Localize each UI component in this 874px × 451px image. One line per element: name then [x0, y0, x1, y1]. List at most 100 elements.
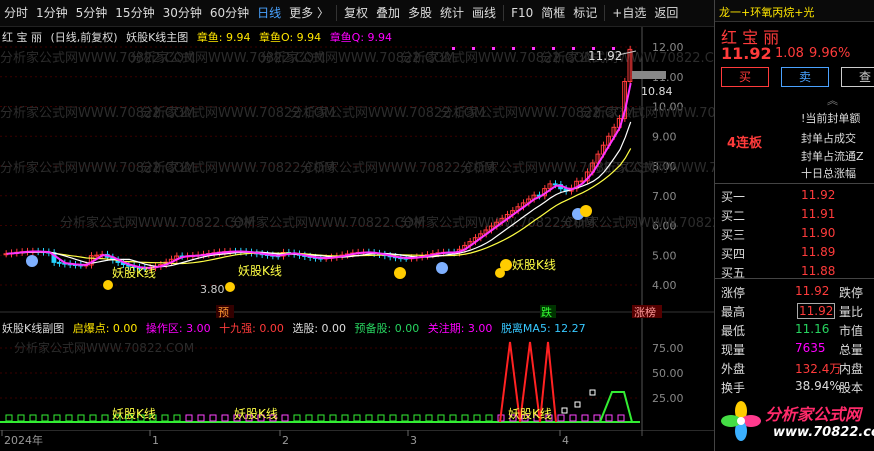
- stat-label-2: 股本: [839, 381, 864, 395]
- yao-kline-label: 妖股K线: [234, 407, 278, 421]
- main-kline-chart[interactable]: 红 宝 丽 (日线,前复权) 妖股K线主图 章鱼: 9.94 章鱼O: 9.94…: [0, 27, 714, 318]
- stat-value: 38.94%: [795, 379, 841, 393]
- quote-pct: 9.96%: [809, 46, 851, 61]
- toolbar-item[interactable]: 更多 〉: [285, 0, 333, 27]
- toolbar-item[interactable]: 统计: [436, 0, 468, 27]
- yao-kline-label: 妖股K线: [112, 407, 156, 421]
- signal-block: [305, 414, 313, 422]
- signal-block: [389, 414, 397, 422]
- order-row[interactable]: 买二 11.91: [715, 205, 874, 225]
- stat-row: 外盘 132.4万 内盘: [715, 358, 874, 378]
- stat-row: 最高 11.92 量比: [715, 301, 874, 321]
- toolbar-item[interactable]: 15分钟: [111, 0, 158, 27]
- price-axis-label: 4.00: [652, 279, 677, 292]
- toolbar-item[interactable]: 叠加: [372, 0, 404, 27]
- sell-button[interactable]: 卖: [781, 67, 829, 87]
- signal-dot: [472, 47, 475, 50]
- news-ticker[interactable]: 龙一+环氧丙烷+光: [719, 4, 814, 20]
- date-label: 1: [152, 434, 159, 447]
- toolbar-item[interactable]: 60分钟: [206, 0, 253, 27]
- date-label: 3: [410, 434, 417, 447]
- signal-block: [461, 414, 469, 422]
- period-toolbar: 分时 1分钟 5分钟 15分钟 30分钟 60分钟 日线 更多 〉复权 叠加 多股 统计 画线 F10 简…: [0, 0, 714, 27]
- order-price: 11.88: [801, 264, 836, 278]
- stat-label-2: 市值: [839, 324, 864, 338]
- toolbar-separator: [604, 5, 606, 21]
- stat-label: 最高: [721, 305, 746, 319]
- low-price-label: 3.80: [200, 283, 225, 296]
- toolbar-item[interactable]: 分时: [0, 0, 32, 27]
- order-row[interactable]: 买四 11.89: [715, 243, 874, 263]
- green-spike: [599, 391, 633, 423]
- toolbar-item[interactable]: F10: [507, 0, 537, 27]
- signal-block: [209, 414, 217, 422]
- sub-indicator-chart[interactable]: 妖股K线副图 启爆点: 0.00 操作区: 3.00 十九强: 0.00 选股:…: [0, 318, 714, 436]
- white-square: [589, 389, 596, 396]
- toolbar-item[interactable]: 返回: [650, 0, 682, 27]
- order-row[interactable]: 买五 11.88: [715, 262, 874, 282]
- toolbar-item[interactable]: 日线: [253, 0, 285, 27]
- signal-block: [101, 414, 109, 422]
- signal-block: [413, 414, 421, 422]
- signal-block: [425, 414, 433, 422]
- quote-price: 11.92: [721, 44, 772, 63]
- moving-average-line: [6, 121, 632, 268]
- toolbar-item[interactable]: 标记: [569, 0, 601, 27]
- signal-dot: [492, 47, 495, 50]
- face-icon: [436, 262, 448, 274]
- signal-block: [353, 414, 361, 422]
- watermark-text: 分析家公式网WWW.70822.COM: [14, 340, 194, 355]
- signal-block: [341, 414, 349, 422]
- date-label: 2024年: [4, 433, 43, 447]
- toolbar-item[interactable]: 5分钟: [72, 0, 112, 27]
- signal-block: [557, 414, 565, 422]
- signal-block: [593, 414, 601, 422]
- signal-dot: [552, 47, 555, 50]
- face-icon: [26, 255, 38, 267]
- signal-block: [365, 414, 373, 422]
- toolbar-item[interactable]: 复权: [340, 0, 372, 27]
- coin-icon: [103, 280, 113, 290]
- signal-block: [221, 414, 229, 422]
- watermark-text: 分析家公式网WWW.70822.COM: [60, 215, 255, 231]
- face-icon: [394, 267, 406, 279]
- toolbar-item[interactable]: 30分钟: [159, 0, 206, 27]
- candle-body: [94, 254, 99, 257]
- stat-label-2: 跌停: [839, 286, 864, 300]
- signal-block: [581, 414, 589, 422]
- toolbar-item[interactable]: 1分钟: [32, 0, 72, 27]
- stat-label: 涨停: [721, 286, 746, 300]
- marker-yu: 预: [218, 306, 229, 318]
- marker-zhangban: 涨榜: [634, 305, 656, 318]
- sub-axis-label: 50.00: [652, 367, 684, 380]
- stat-label: 最低: [721, 324, 746, 338]
- toolbar-item[interactable]: 画线: [468, 0, 500, 27]
- signal-block: [197, 414, 205, 422]
- signal-block: [89, 414, 97, 422]
- signal-block: [65, 414, 73, 422]
- date-label: 2: [282, 434, 289, 447]
- buy-button[interactable]: 买: [721, 67, 769, 87]
- signal-block: [605, 414, 613, 422]
- toolbar-item[interactable]: 多股: [404, 0, 436, 27]
- ten-day-gain: 十日总涨幅: [801, 167, 856, 180]
- toolbar-item[interactable]: 简框: [537, 0, 569, 27]
- signal-dot: [532, 47, 535, 50]
- signal-dot: [512, 47, 515, 50]
- collapse-icon[interactable]: ︽: [827, 92, 838, 108]
- stat-label-2: 内盘: [839, 362, 864, 376]
- price-axis-label: 7.00: [652, 190, 677, 203]
- yao-kline-label: 妖股K线: [112, 266, 156, 280]
- watermark-text: 分析家公式网WWW.70822.COM: [230, 215, 425, 231]
- white-square: [574, 401, 581, 408]
- price-axis-label: 9.00: [652, 130, 677, 143]
- toolbar-item[interactable]: +自选: [608, 0, 650, 27]
- order-row[interactable]: 买三 11.90: [715, 224, 874, 244]
- signal-block: [29, 414, 37, 422]
- signal-block: [185, 414, 193, 422]
- order-row[interactable]: 买一 11.92: [715, 186, 874, 206]
- price-axis-label: 5.00: [652, 249, 677, 262]
- query-button[interactable]: 查: [841, 67, 874, 87]
- price-tag-label: 10.84: [641, 85, 673, 98]
- order-label: 买三: [721, 228, 746, 242]
